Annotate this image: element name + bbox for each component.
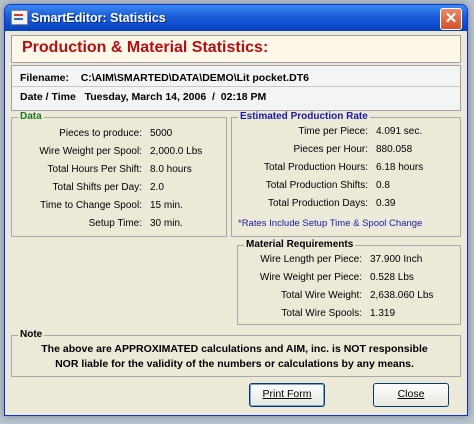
datetime-value: Tuesday, March 14, 2006 / 02:18 PM: [84, 91, 267, 103]
data-row: Time to Change Spool: 15 min.: [12, 200, 226, 214]
data-row-label: Total Hours Per Shift:: [47, 164, 142, 175]
disclaimer-line-2: NOR liable for the validity of the numbe…: [55, 358, 414, 370]
rate-footnote: *Rates Include Setup Time & Spool Change: [238, 218, 423, 229]
rate-row-label: Pieces per Hour:: [293, 144, 368, 155]
material-requirements-group: Material Requirements Wire Length per Pi…: [237, 239, 461, 325]
window-title: SmartEditor: Statistics: [31, 11, 166, 25]
material-row: Total Wire Spools: 1.319: [238, 308, 460, 322]
data-row-label: Wire Weight per Spool:: [39, 146, 142, 157]
rate-row: Time per Piece: 4.091 sec.: [232, 126, 460, 140]
rate-row-value: 0.39: [376, 198, 396, 209]
note-group: Note The above are APPROXIMATED calculat…: [11, 329, 461, 377]
data-row: Wire Weight per Spool: 2,000.0 Lbs: [12, 146, 226, 160]
material-row: Wire Length per Piece: 37.900 Inch: [238, 254, 460, 268]
data-row-label: Pieces to produce:: [59, 128, 142, 139]
data-row: Pieces to produce: 5000: [12, 128, 226, 142]
rate-row-value: 6.18 hours: [376, 162, 424, 173]
data-row-value: 2,000.0 Lbs: [150, 146, 203, 157]
rate-row: Total Production Days: 0.39: [232, 198, 460, 212]
close-label: Close: [397, 388, 425, 400]
data-row-label: Setup Time:: [88, 218, 142, 229]
rate-row: Total Production Hours: 6.18 hours: [232, 162, 460, 176]
data-row: Total Shifts per Day: 2.0: [12, 182, 226, 196]
statistics-window: SmartEditor: Statistics ✕ Production & M…: [4, 4, 468, 416]
production-rate-group: Estimated Production Rate Time per Piece…: [231, 111, 461, 237]
production-rate-legend: Estimated Production Rate: [238, 111, 370, 122]
filename-value: C:\AIM\SMARTED\DATA\DEMO\Lit pocket.DT6: [80, 72, 309, 84]
rate-row-label: Total Production Days:: [267, 198, 368, 209]
material-row: Total Wire Weight: 2,638.060 Lbs: [238, 290, 460, 304]
data-row-value: 30 min.: [150, 218, 183, 229]
file-info-box: Filename: C:\AIM\SMARTED\DATA\DEMO\Lit p…: [11, 65, 461, 111]
disclaimer-line-1: The above are APPROXIMATED calculations …: [41, 343, 428, 355]
data-row: Setup Time: 30 min.: [12, 218, 226, 232]
data-row-value: 15 min.: [150, 200, 183, 211]
title-bar[interactable]: SmartEditor: Statistics ✕: [5, 5, 467, 31]
app-icon: [11, 10, 28, 25]
material-row-label: Total Wire Spools:: [281, 308, 362, 319]
rate-row-label: Time per Piece:: [298, 126, 368, 137]
print-form-button[interactable]: Print Form: [249, 383, 325, 407]
material-requirements-legend: Material Requirements: [244, 239, 356, 250]
material-row-value: 37.900 Inch: [370, 254, 423, 265]
rate-row-label: Total Production Shifts:: [265, 180, 368, 191]
rate-row: Total Production Shifts: 0.8: [232, 180, 460, 194]
rate-row-value: 4.091 sec.: [376, 126, 423, 137]
disclaimer-text: The above are APPROXIMATED calculations …: [22, 342, 447, 372]
material-row-value: 1.319: [370, 308, 396, 319]
print-form-label: Print Form: [262, 388, 312, 400]
close-window-button[interactable]: ✕: [440, 8, 462, 30]
data-row: Total Hours Per Shift: 8.0 hours: [12, 164, 226, 178]
divider: [12, 86, 460, 87]
data-group-legend: Data: [18, 111, 44, 122]
note-legend: Note: [18, 329, 45, 340]
statistics-banner: Production & Material Statistics:: [11, 35, 461, 63]
data-group: Data Pieces to produce: 5000 Wire Weight…: [11, 111, 227, 237]
rate-row-label: Total Production Hours:: [264, 162, 368, 173]
banner-title: Production & Material Statistics:: [22, 39, 269, 56]
rate-row: Pieces per Hour: 880.058: [232, 144, 460, 158]
material-row-value: 2,638.060 Lbs: [370, 290, 434, 301]
data-row-value: 8.0 hours: [150, 164, 192, 175]
rate-row-value: 0.8: [376, 180, 390, 191]
data-row-label: Total Shifts per Day:: [52, 182, 142, 193]
data-row-value: 2.0: [150, 182, 164, 193]
material-row-label: Total Wire Weight:: [281, 290, 362, 301]
data-row-label: Time to Change Spool:: [40, 200, 142, 211]
material-row-label: Wire Weight per Piece:: [259, 272, 362, 283]
filename-row: Filename: C:\AIM\SMARTED\DATA\DEMO\Lit p…: [20, 72, 309, 84]
material-row: Wire Weight per Piece: 0.528 Lbs: [238, 272, 460, 286]
material-row-label: Wire Length per Piece:: [260, 254, 362, 265]
data-row-value: 5000: [150, 128, 173, 139]
material-row-value: 0.528 Lbs: [370, 272, 414, 283]
datetime-row: Date / Time Tuesday, March 14, 2006 / 02…: [20, 91, 266, 103]
close-button[interactable]: Close: [373, 383, 449, 407]
filename-label: Filename:: [20, 72, 70, 84]
rate-row-value: 880.058: [376, 144, 413, 155]
datetime-label: Date / Time: [20, 91, 76, 103]
